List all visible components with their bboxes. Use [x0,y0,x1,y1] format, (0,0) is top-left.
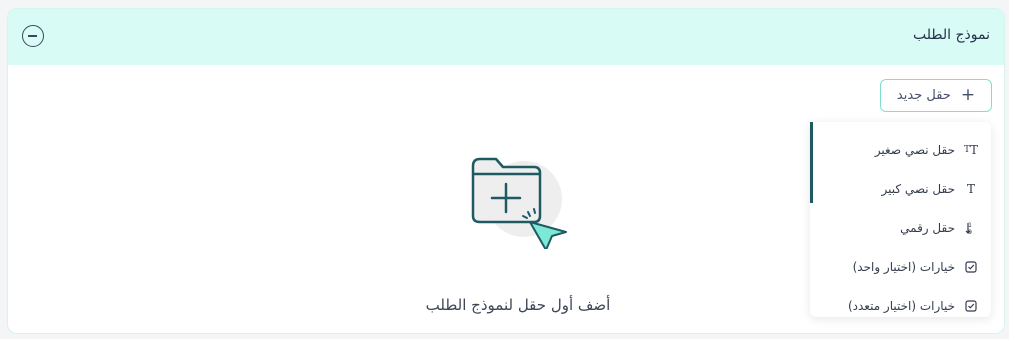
checkbox-icon [963,298,979,314]
empty-state-illustration [468,154,568,251]
svg-text:9: 9 [968,229,972,235]
panel-title: نموذج الطلب [913,27,990,43]
dropdown-item-small-text[interactable]: TT حقل نصي صغير [813,130,991,169]
large-text-icon: T [967,181,976,196]
dropdown-item-label: خيارات (اختيار واحد) [852,259,955,274]
small-text-icon: TT [963,142,979,157]
new-field-button[interactable]: + حقل جديد [880,79,992,112]
dropdown-item-label: حقل نصي كبير [881,181,955,196]
svg-text:1: 1 [968,222,972,229]
collapse-button[interactable] [22,25,44,47]
dropdown-item-single-choice[interactable]: خيارات (اختيار واحد) [813,247,991,286]
dropdown-item-label: خيارات (اختيار متعدد) [847,298,955,313]
dropdown-item-large-text[interactable]: T حقل نصي كبير [813,169,991,208]
field-type-dropdown: TT حقل نصي صغير T حقل نصي كبير 1 9 حقل ر… [810,122,991,317]
numeric-icon: 1 9 [963,220,979,236]
new-field-label: حقل جديد [896,88,951,103]
request-form-panel: نموذج الطلب + حقل جديد أضف أول حقل لنموذ… [7,8,1005,334]
panel-header: نموذج الطلب [8,9,1004,65]
plus-icon: + [960,85,976,105]
dropdown-item-label: حقل رقمي [900,220,955,235]
dropdown-item-label: حقل نصي صغير [874,142,955,157]
checkbox-icon [963,259,979,275]
empty-state-message: أضف أول حقل لنموذج الطلب [425,296,611,314]
dropdown-item-numeric[interactable]: 1 9 حقل رقمي [813,208,991,247]
dropdown-item-multi-choice[interactable]: خيارات (اختيار متعدد) [813,286,991,325]
